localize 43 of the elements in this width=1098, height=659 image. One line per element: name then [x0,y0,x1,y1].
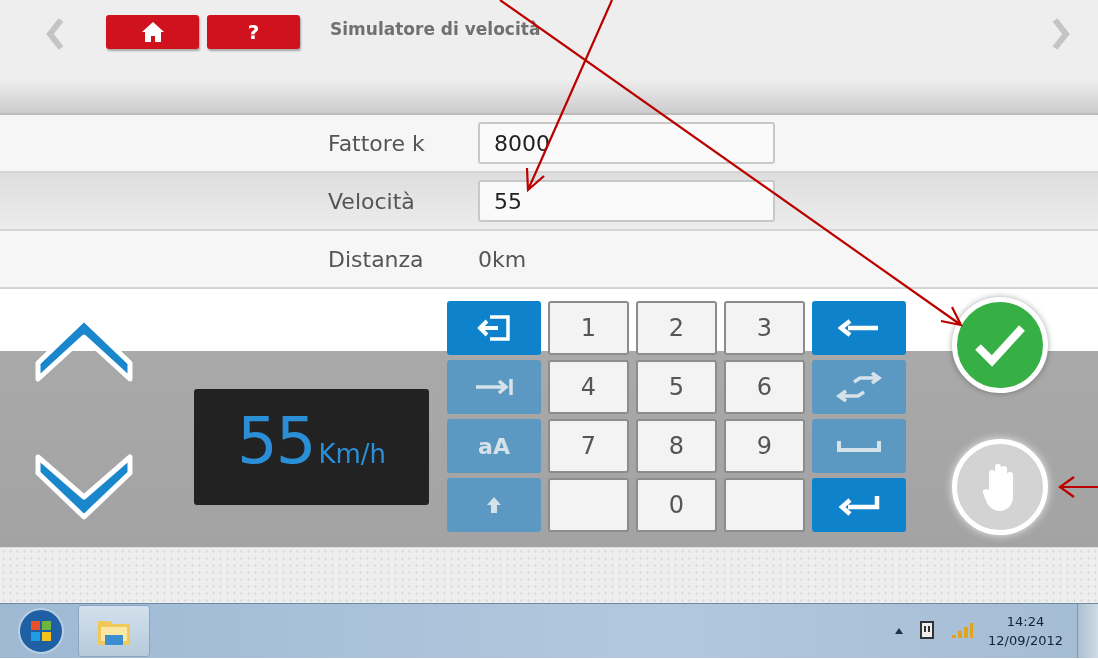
enter-arrow-icon [838,494,880,516]
backspace-key[interactable] [812,301,906,355]
digit-key[interactable]: 8 [636,419,717,473]
digit-key[interactable]: 0 [636,478,717,532]
digit-key[interactable]: 6 [724,360,805,414]
power-plug-icon[interactable] [918,620,937,642]
speed-unit: Km/h [318,439,387,469]
clock-date[interactable]: 12/09/2012 [988,631,1063,651]
speed-value: 55 [236,403,315,480]
digit-key[interactable]: 2 [636,301,717,355]
exit-icon [476,314,512,342]
digit-key[interactable]: 1 [548,301,629,355]
blank-key[interactable] [724,478,805,532]
input-field[interactable]: 55 [478,180,775,222]
exit-key[interactable] [447,301,541,355]
digit-key[interactable]: 4 [548,360,629,414]
digit-key[interactable]: 5 [636,360,717,414]
space-bar-icon [837,439,881,453]
digit-key[interactable]: 9 [724,419,805,473]
left-arrow-icon [838,319,880,337]
digit-key[interactable]: 7 [548,419,629,473]
field-label: Distanza [328,246,425,272]
clock-time[interactable]: 14:24 [988,611,1063,631]
swap-arrows-icon [836,372,882,402]
tab-arrow-icon [474,376,514,398]
annotation-arrow [1058,475,1098,499]
help-button[interactable]: ? [207,15,300,49]
enter-key[interactable] [812,478,906,532]
distance-value: 0km [478,246,527,272]
home-icon [140,21,165,43]
field-label: Fattore k [328,130,426,156]
up-arrow-icon [486,496,502,514]
blank-key[interactable] [548,478,629,532]
file-explorer-button[interactable] [78,605,150,657]
tray-expand-icon[interactable] [894,627,905,635]
start-orb-icon[interactable] [18,608,64,654]
digit-key[interactable]: 3 [724,301,805,355]
home-button[interactable] [106,15,199,49]
show-desktop-button[interactable] [1077,604,1098,658]
check-icon [974,323,1026,367]
input-field[interactable]: 8000 [478,122,775,164]
screen-title: Simulatore di velocità [330,19,541,39]
field-label: Velocità [328,188,416,214]
